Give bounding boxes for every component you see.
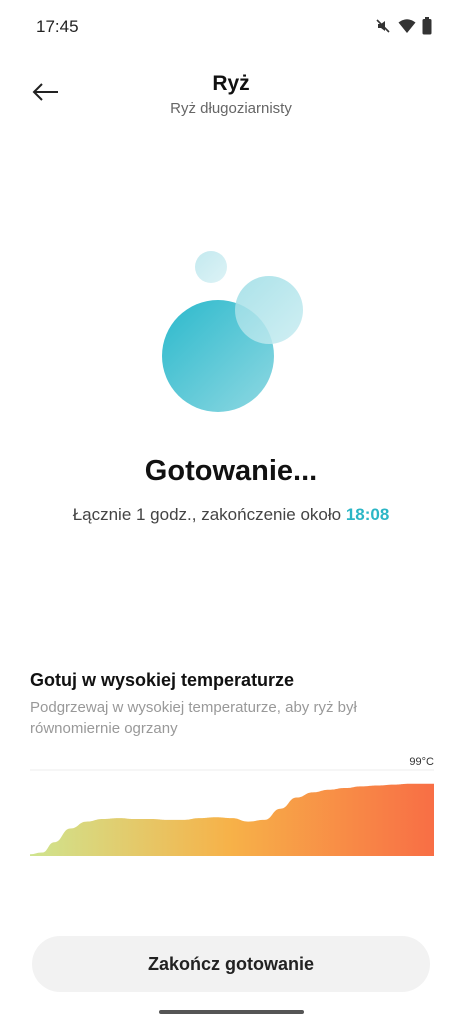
max-temperature-label: 99°C [409,756,434,768]
wifi-icon [398,18,416,34]
medium-bubble [235,276,303,344]
end-time: 18:08 [345,505,390,524]
temperature-chart: 99°C [30,752,434,860]
small-bubble [195,251,227,283]
status-time: 17:45 [36,17,79,36]
cooking-summary: Łącznie 1 godz., zakończenie około 18:08 [0,505,462,525]
cooking-summary-text: Łącznie 1 godz., zakończenie około [72,505,346,524]
temperature-area [30,783,434,856]
home-indicator[interactable] [159,1010,304,1014]
mute-icon [374,17,392,35]
cooking-status-heading: Gotowanie... [144,455,318,487]
page-subtitle: Ryż długoziarnisty [170,100,292,117]
phase-description: Podgrzewaj w wysokiej temperaturze, aby … [30,699,357,737]
battery-icon [422,17,432,35]
phase-info: Gotuj w wysokiej temperaturze Podgrzewaj… [30,670,435,739]
status-icons [374,17,432,35]
status-bar: 17:45 [0,0,462,54]
phase-title: Gotuj w wysokiej temperaturze [30,670,295,690]
temperature-chart-svg [30,769,434,856]
cooking-animation [150,240,320,430]
page-title: Ryż [212,72,250,95]
header: Ryż Ryż długoziarnisty [0,60,462,130]
finish-cooking-button[interactable]: Zakończ gotowanie [32,936,430,992]
